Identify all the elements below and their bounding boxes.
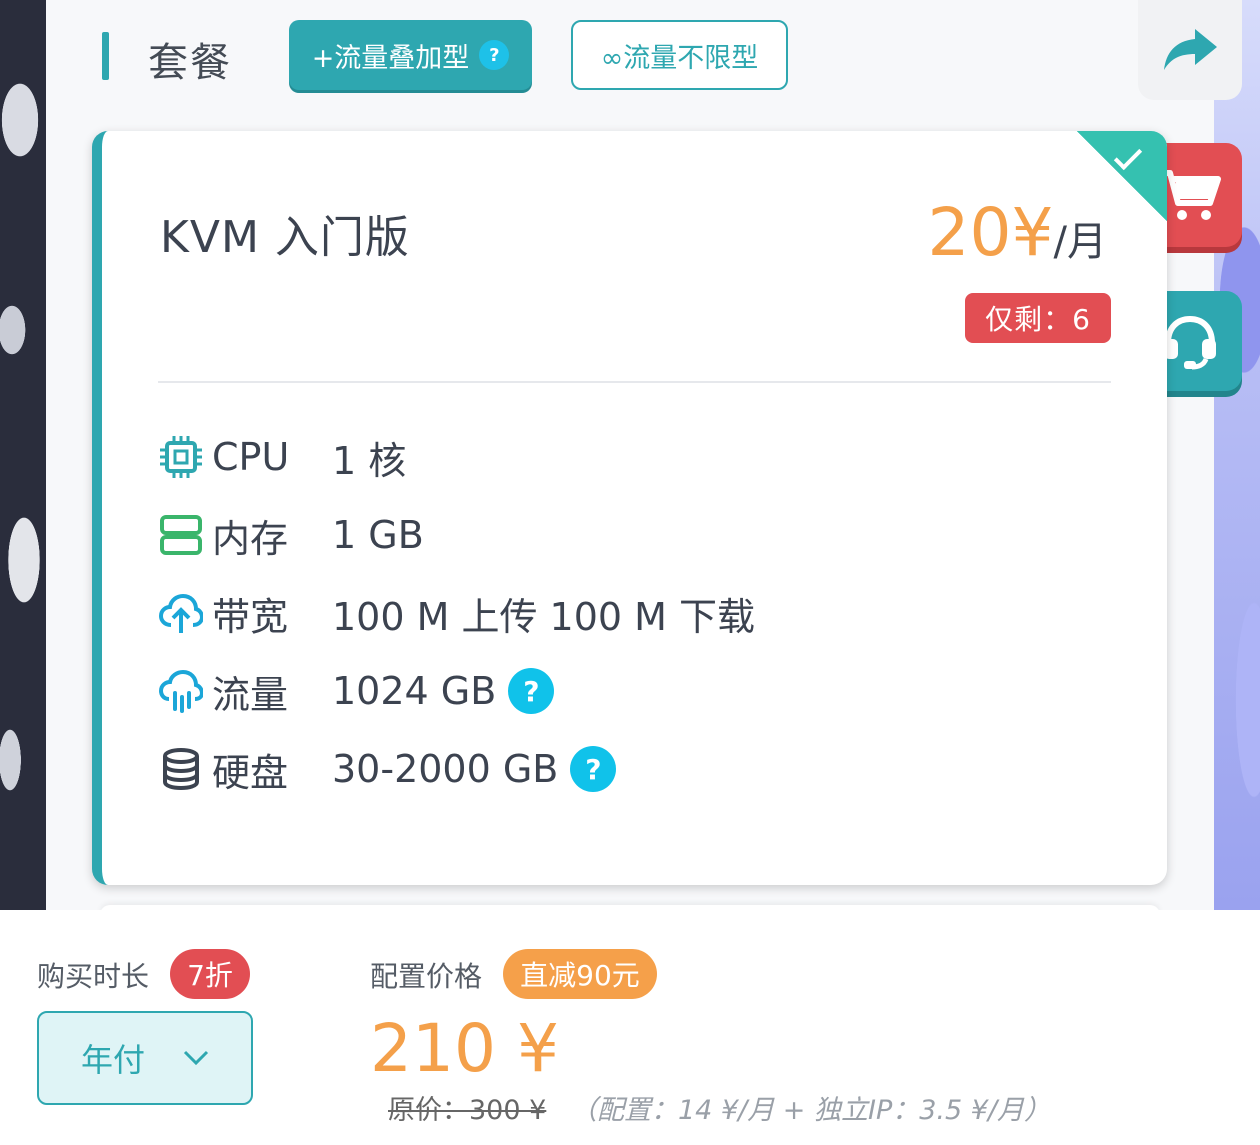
original-price: 原价：300 ¥ [388,1095,547,1126]
plan-price-unit: /月 [1053,219,1107,265]
price-breakdown-note: （配置：14 ¥/月 + 独立IP：3.5 ¥/月） [570,1095,1052,1126]
tab-traffic-addon[interactable]: +流量叠加型 ? [289,20,532,90]
duration-select-value: 年付 [80,1041,145,1079]
reduction-badge: 直减90元 [503,949,657,999]
tab-traffic-unlimited-label: ∞流量不限型 [600,42,759,74]
spec-value: 100 M 上传 100 M 下载 [332,594,756,639]
cloud-rain-icon [158,668,204,714]
database-icon [158,746,204,792]
duration-label: 购买时长 [37,960,150,993]
spec-row-traffic: 流量 1024 GB ? [158,661,555,721]
title-accent-bar [102,32,109,80]
disk-help-icon[interactable]: ? [570,746,617,792]
traffic-help-icon[interactable]: ? [508,668,555,714]
discount-badge: 7折 [170,949,250,999]
spec-label: 带宽 [212,594,289,639]
headset-icon [1164,315,1216,370]
spec-label: CPU [212,435,290,479]
duration-select[interactable]: 年付 [37,1011,253,1105]
share-button[interactable] [1138,0,1242,100]
spec-row-memory: 内存 1 GB [158,505,424,565]
spec-row-cpu: CPU 1 核 [158,427,406,487]
spec-row-bandwidth: 带宽 100 M 上传 100 M 下载 [158,583,755,643]
cpu-icon [158,434,204,480]
plan-price: 20¥/月 [928,193,1107,282]
cart-icon [1160,170,1221,220]
spec-label: 流量 [212,672,289,717]
background-art-right [1214,0,1260,910]
memory-icon [158,512,204,558]
background-art-left [0,0,46,910]
divider [158,381,1111,383]
cloud-upload-icon [158,590,204,636]
spec-value: 30-2000 GB [332,747,559,791]
plan-name: KVM 入门版 [160,212,410,263]
spec-label: 硬盘 [212,750,289,795]
spec-value: 1 核 [332,438,407,483]
plan-price-amount: 20¥ [927,194,1054,271]
share-arrow-icon [1164,29,1217,70]
spec-value: 1 GB [332,513,424,557]
total-price: 210 ¥ [370,1010,559,1087]
tab-traffic-unlimited[interactable]: ∞流量不限型 [571,20,788,90]
chevron-down-icon [183,1050,209,1066]
config-price-label: 配置价格 [370,960,483,993]
plan-card[interactable]: KVM 入门版 20¥/月 仅剩：6 CPU 1 核 内存 1 GB 带宽 10… [92,131,1167,885]
page-title: 套餐 [148,40,232,86]
spec-row-disk: 硬盘 30-2000 GB ? [158,739,617,799]
spec-label: 内存 [212,516,289,561]
spec-value: 1024 GB [332,669,497,713]
stock-badge: 仅剩：6 [965,293,1111,343]
help-icon[interactable]: ? [479,40,510,70]
tab-traffic-addon-label: +流量叠加型 [311,42,470,74]
